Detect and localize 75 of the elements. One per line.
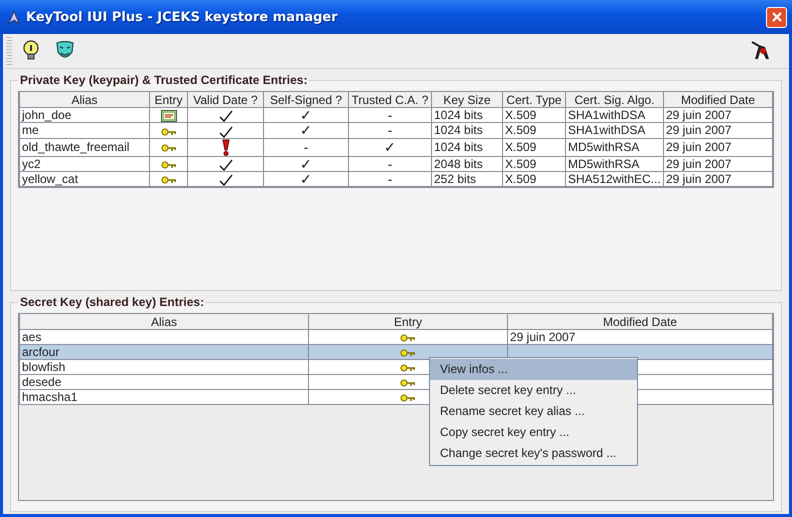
- table-cell: 2048 bits: [432, 156, 502, 172]
- key-icon: [400, 334, 416, 342]
- menu-item[interactable]: Delete secret key entry ...: [430, 380, 637, 401]
- table-cell: -: [348, 156, 432, 172]
- table-cell: SHA1withDSA: [566, 122, 664, 138]
- certificate-icon: [160, 110, 176, 122]
- table-cell: hmacsha1: [20, 390, 308, 404]
- table-cell: SHA1withDSA: [566, 108, 664, 123]
- table-cell: aes: [20, 330, 308, 344]
- table-cell: desede: [20, 374, 308, 390]
- table-cell: 29 juin 2007: [508, 330, 772, 344]
- table-cell: X.509: [502, 108, 566, 123]
- column-header[interactable]: Cert. Sig. Algo.: [566, 92, 664, 108]
- table-cell: X.509: [502, 171, 566, 187]
- table-cell: john_doe: [20, 108, 150, 123]
- table-cell: -: [348, 171, 432, 187]
- table-cell: 29 juin 2007: [664, 171, 772, 187]
- column-header[interactable]: Alias: [20, 314, 308, 330]
- menu-item[interactable]: Rename secret key alias ...: [430, 401, 637, 422]
- panel-title: Private Key (keypair) & Trusted Certificate Entries:: [19, 73, 308, 87]
- table-cell: 1024 bits: [432, 122, 502, 138]
- table-cell: 1024 bits: [432, 108, 502, 123]
- menu-item[interactable]: Copy secret key entry ...: [430, 422, 637, 443]
- table-cell: 252 bits: [432, 171, 502, 187]
- table-cell: ✓: [264, 171, 348, 187]
- column-header[interactable]: Valid Date ?: [188, 92, 264, 108]
- lightbulb-icon[interactable]: [22, 40, 40, 62]
- key-icon: [400, 394, 416, 402]
- column-header[interactable]: Self-Signed ?: [264, 92, 348, 108]
- column-header[interactable]: Modified Date: [664, 92, 772, 108]
- close-button[interactable]: [766, 6, 787, 28]
- table-cell: yc2: [20, 156, 150, 172]
- table-cell: ✓: [264, 122, 348, 138]
- column-header[interactable]: Entry: [308, 314, 508, 330]
- key-icon: [160, 128, 176, 136]
- key-icon: [160, 161, 176, 170]
- table-cell: X.509: [502, 138, 566, 156]
- table-cell: -: [348, 108, 432, 123]
- table-cell: -: [348, 122, 432, 138]
- column-header[interactable]: Alias: [20, 92, 150, 108]
- table-cell: 29 juin 2007: [664, 108, 772, 123]
- table-cell: ✓: [348, 138, 432, 156]
- key-icon: [400, 379, 416, 388]
- table-cell: me: [20, 122, 150, 138]
- table-cell: ✓: [264, 156, 348, 172]
- column-header[interactable]: Entry: [150, 92, 188, 108]
- table-cell: arcfour: [20, 344, 308, 360]
- key-icon: [400, 364, 416, 372]
- table-cell: ✓: [264, 108, 348, 123]
- panel-title: Secret Key (shared key) Entries:: [19, 295, 206, 309]
- key-icon: [400, 349, 416, 358]
- table-cell: 29 juin 2007: [664, 156, 772, 172]
- window-title: KeyTool IUI Plus - JCEKS keystore manager: [26, 10, 339, 24]
- table-cell: 29 juin 2007: [664, 138, 772, 156]
- table-cell: X.509: [502, 156, 566, 172]
- close-icon: [770, 11, 782, 23]
- column-header[interactable]: Key Size: [432, 92, 502, 108]
- column-header[interactable]: Cert. Type: [502, 92, 566, 108]
- table-cell: -: [264, 138, 348, 156]
- table-cell: X.509: [502, 122, 566, 138]
- table-cell: MD5withRSA: [566, 138, 664, 156]
- key-icon: [160, 144, 176, 152]
- table-cell: blowfish: [20, 360, 308, 374]
- column-header[interactable]: Modified Date: [508, 314, 772, 330]
- menu-item[interactable]: View infos ...: [430, 359, 637, 380]
- key-icon: [160, 176, 176, 184]
- app-icon: [8, 10, 20, 24]
- table-cell: 1024 bits: [432, 138, 502, 156]
- table-cell: yellow_cat: [20, 171, 150, 187]
- table-cell: MD5withRSA: [566, 156, 664, 172]
- column-header[interactable]: Trusted C.A. ?: [348, 92, 432, 108]
- table-cell: SHA512withEC...: [566, 171, 664, 187]
- menu-item[interactable]: Change secret key's password ...: [430, 443, 637, 464]
- table-cell: old_thawte_freemail: [20, 138, 150, 156]
- table-cell: 29 juin 2007: [664, 122, 772, 138]
